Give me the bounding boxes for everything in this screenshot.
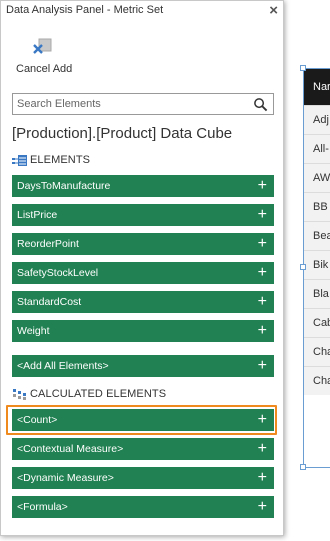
panel-titlebar[interactable]: Data Analysis Panel - Metric Set × [1,1,283,23]
element-item-days-to-manufacture[interactable]: DaysToManufacture + [12,175,274,197]
resize-handle-middle[interactable] [300,264,306,270]
element-item-list-price[interactable]: ListPrice + [12,204,274,226]
data-analysis-panel: Data Analysis Panel - Metric Set × Cance… [0,0,284,536]
element-item-label: SafetyStockLevel [17,267,99,279]
elements-icon [12,155,27,166]
element-item-standard-cost[interactable]: StandardCost + [12,291,274,313]
table-row[interactable]: BB [304,192,330,221]
add-calculated-plus-icon[interactable]: + [258,496,267,517]
add-calculated-plus-icon[interactable]: + [258,438,267,459]
close-icon[interactable]: × [269,2,278,19]
calculated-elements-icon [13,389,26,400]
table-row[interactable]: Cab [304,308,330,337]
calculated-elements-section-label: CALCULATED ELEMENTS [30,388,167,400]
panel-title: Data Analysis Panel - Metric Set [6,4,164,16]
element-item-label: ReorderPoint [17,238,79,250]
search-icon[interactable] [253,97,268,112]
element-item-reorder-point[interactable]: ReorderPoint + [12,233,274,255]
cancel-add-button[interactable]: Cancel Add [11,37,73,79]
table-row[interactable]: All- [304,134,330,163]
calculated-item-label: <Contextual Measure> [17,443,124,455]
cancel-add-icon [33,38,52,54]
element-item-label: StandardCost [17,296,82,308]
add-element-plus-icon[interactable]: + [258,291,267,312]
add-element-plus-icon[interactable]: + [258,262,267,283]
background-table: Nar Adj All- AW BB Bea Bik Bla Cab Cha C… [303,68,330,468]
cancel-add-label: Cancel Add [16,63,73,75]
add-calculated-plus-icon[interactable]: + [258,467,267,488]
search-box [12,93,274,115]
element-item-label: DaysToManufacture [17,180,111,192]
data-cube-title: [Production].[Product] Data Cube [12,125,233,142]
calculated-item-label: <Formula> [17,501,68,513]
search-input[interactable] [17,96,242,112]
table-row[interactable]: Bea [304,221,330,250]
calculated-item-dynamic-measure[interactable]: <Dynamic Measure> + [12,467,274,489]
add-element-plus-icon[interactable]: + [258,233,267,254]
table-row[interactable]: Cha [304,366,330,395]
table-row[interactable]: Adj [304,105,330,134]
resize-handle-bottom[interactable] [300,464,306,470]
add-all-plus-icon[interactable]: + [258,355,267,376]
resize-handle-top[interactable] [300,65,306,71]
add-element-plus-icon[interactable]: + [258,320,267,341]
elements-section-label: ELEMENTS [30,154,91,166]
table-row[interactable]: Cha [304,337,330,366]
table-row[interactable]: Bla [304,279,330,308]
table-header-name[interactable]: Nar [304,69,330,105]
element-item-weight[interactable]: Weight + [12,320,274,342]
add-all-elements-item[interactable]: <Add All Elements> + [12,355,274,377]
count-highlight-outline [6,405,277,435]
table-row[interactable]: Bik [304,250,330,279]
add-element-plus-icon[interactable]: + [258,204,267,225]
element-item-label: Weight [17,325,50,337]
calculated-item-formula[interactable]: <Formula> + [12,496,274,518]
add-all-elements-label: <Add All Elements> [17,360,109,372]
table-row[interactable]: AW [304,163,330,192]
element-item-safety-stock-level[interactable]: SafetyStockLevel + [12,262,274,284]
calculated-item-label: <Dynamic Measure> [17,472,114,484]
element-item-label: ListPrice [17,209,58,221]
calculated-item-contextual-measure[interactable]: <Contextual Measure> + [12,438,274,460]
add-element-plus-icon[interactable]: + [258,175,267,196]
